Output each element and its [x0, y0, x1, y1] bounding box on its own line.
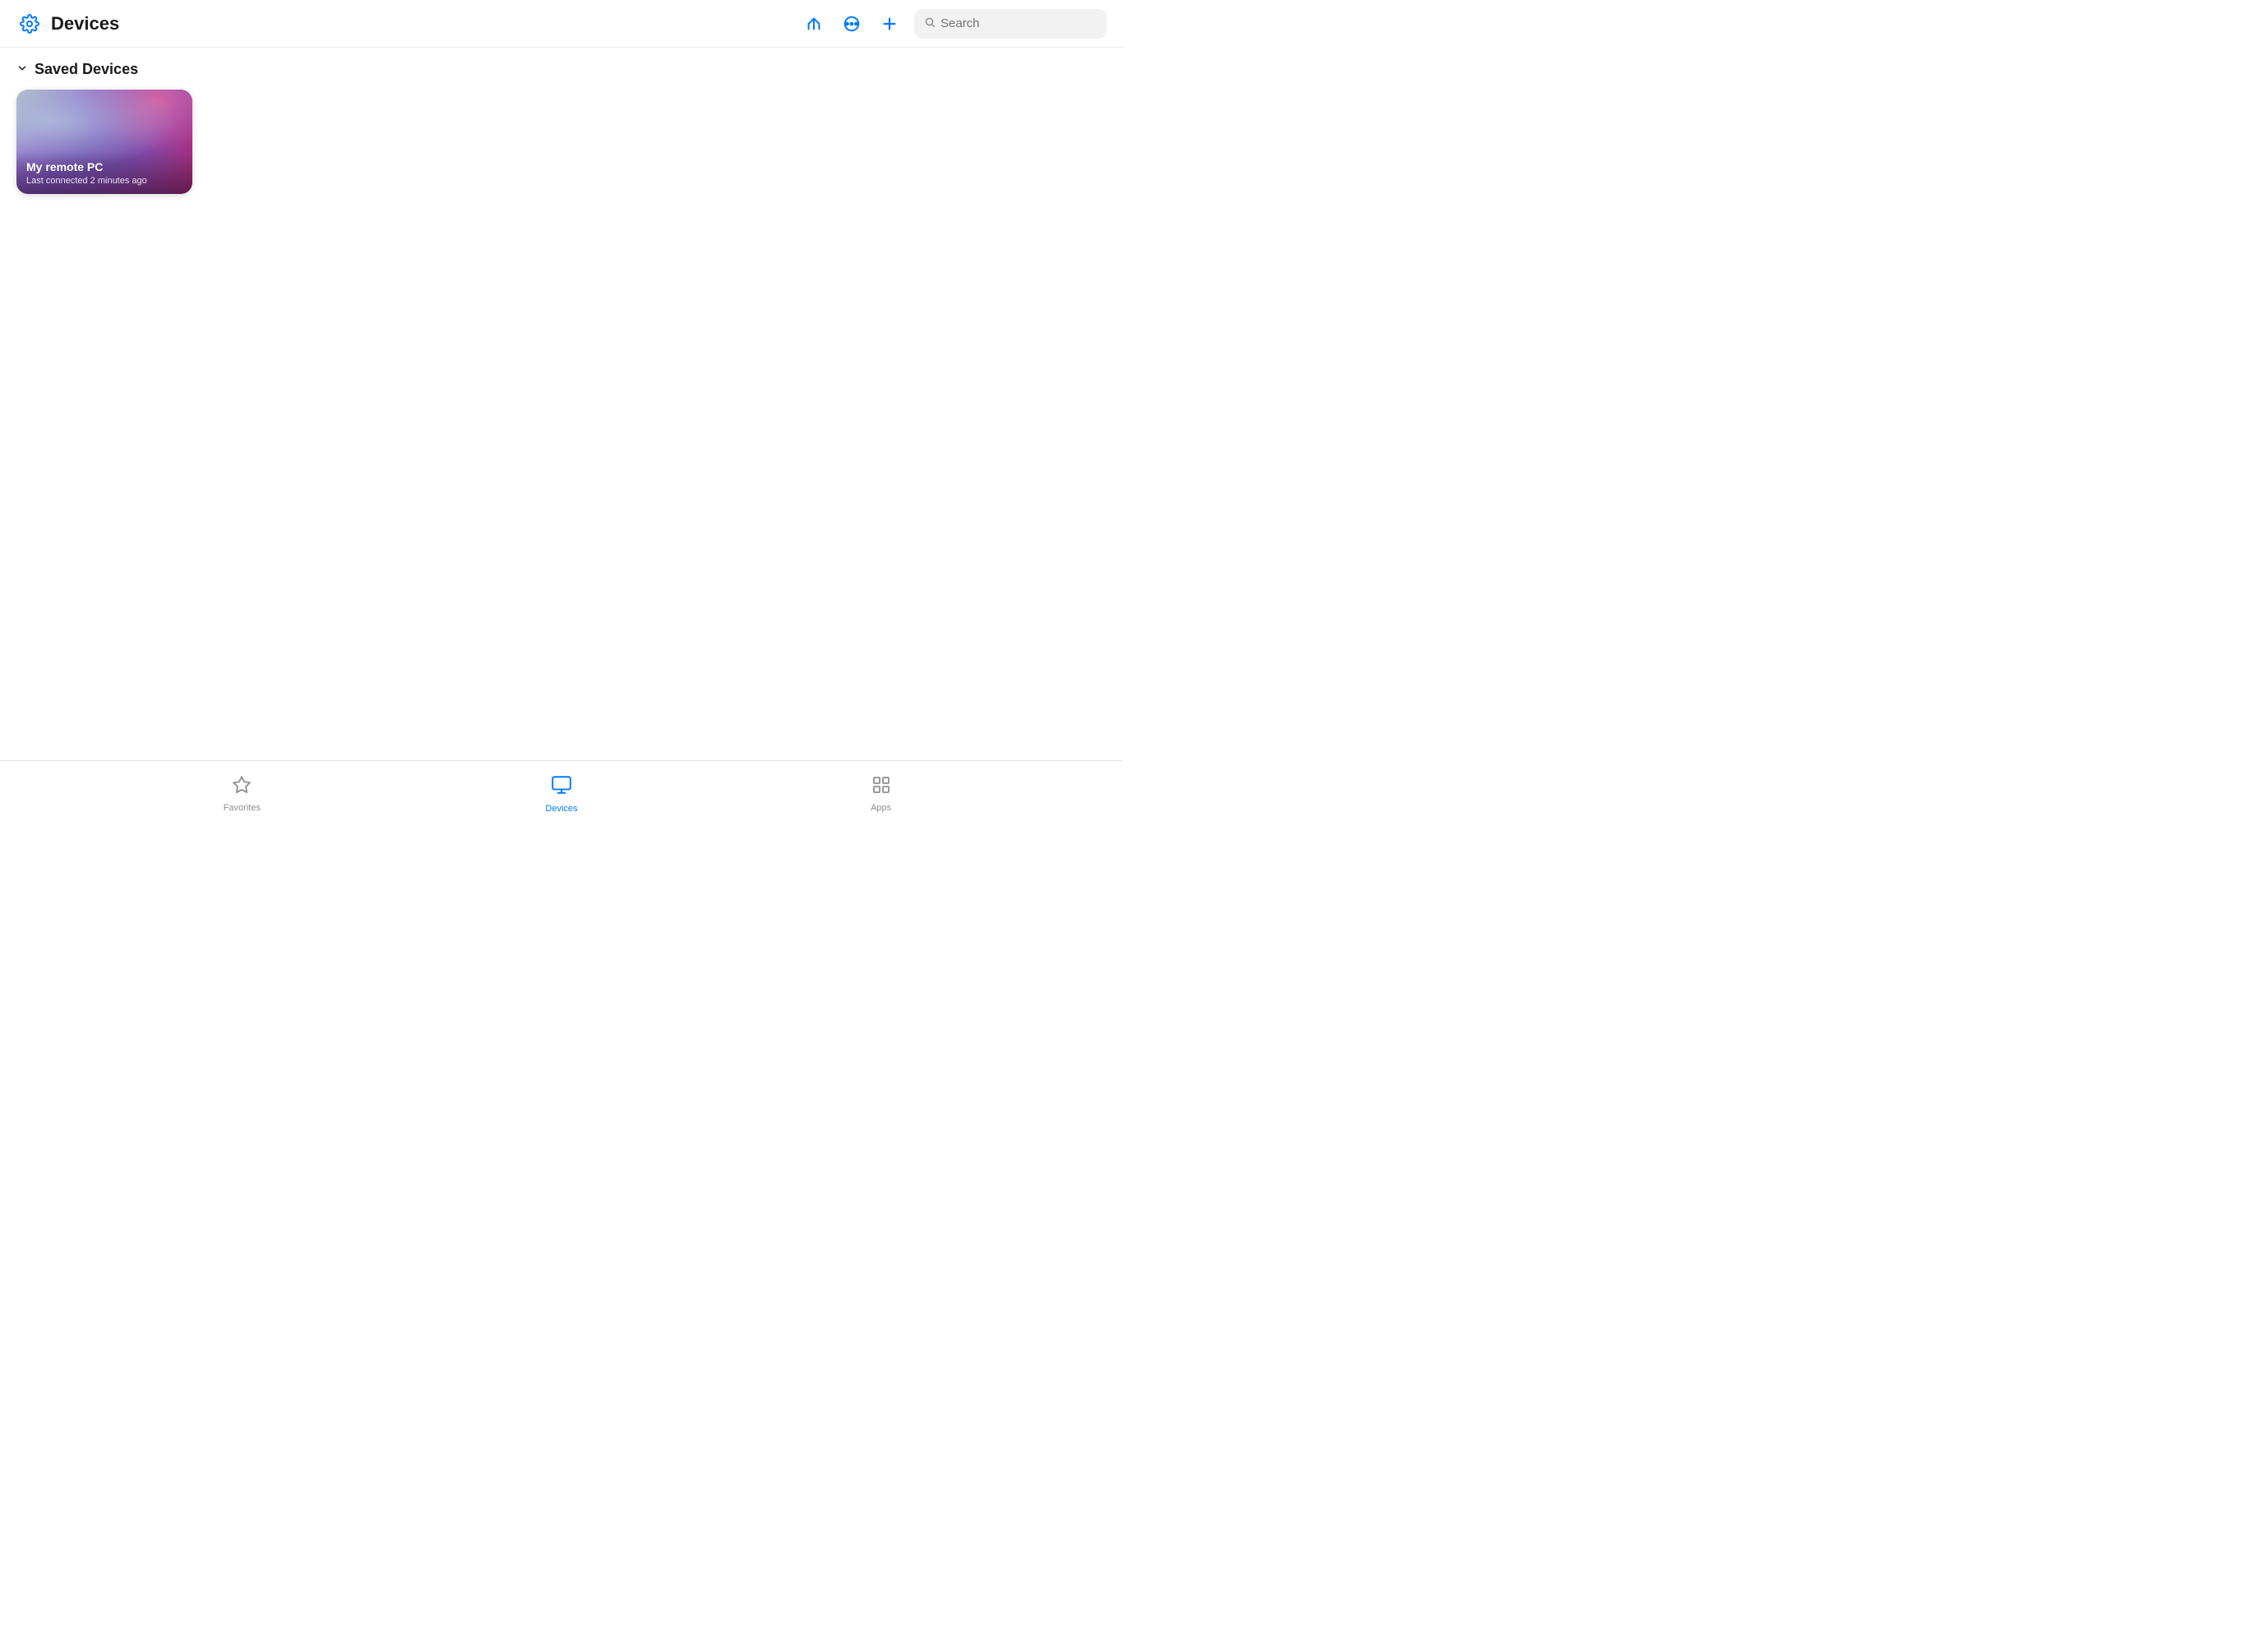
- star-icon: [232, 775, 252, 800]
- search-bar[interactable]: [914, 9, 1107, 39]
- add-button[interactable]: [876, 11, 903, 37]
- saved-devices-title: Saved Devices: [35, 61, 138, 78]
- tab-favorites-label: Favorites: [224, 803, 261, 813]
- tab-favorites[interactable]: Favorites: [209, 775, 275, 813]
- tab-apps-label: Apps: [871, 803, 891, 813]
- search-icon: [924, 16, 936, 30]
- add-icon: [880, 15, 899, 33]
- header-left: Devices: [16, 11, 119, 37]
- tab-devices-label: Devices: [545, 804, 577, 814]
- more-icon: [843, 15, 861, 33]
- gear-icon: [20, 14, 39, 34]
- device-card[interactable]: My remote PC Last connected 2 minutes ag…: [16, 90, 192, 194]
- tab-bar: Favorites Devices Apps: [0, 760, 1123, 826]
- chevron-down-icon: [16, 62, 28, 76]
- device-status: Last connected 2 minutes ago: [26, 176, 183, 186]
- tab-apps[interactable]: Apps: [848, 775, 914, 813]
- tab-devices[interactable]: Devices: [529, 774, 594, 814]
- saved-devices-section: Saved Devices My remote PC Last connecte…: [0, 48, 1123, 207]
- device-name: My remote PC: [26, 160, 183, 174]
- sort-icon: [805, 15, 823, 33]
- sort-button[interactable]: [801, 11, 827, 37]
- more-button[interactable]: [839, 11, 865, 37]
- search-input[interactable]: [940, 16, 1097, 30]
- device-card-overlay: My remote PC Last connected 2 minutes ag…: [16, 152, 192, 194]
- section-header[interactable]: Saved Devices: [16, 61, 1107, 78]
- app-header: Devices: [0, 0, 1123, 48]
- main-content: Saved Devices My remote PC Last connecte…: [0, 48, 1123, 207]
- monitor-icon: [551, 774, 572, 801]
- header-right: [801, 9, 1107, 39]
- page-title: Devices: [51, 13, 119, 35]
- gear-button[interactable]: [16, 11, 43, 37]
- apps-icon: [871, 775, 891, 800]
